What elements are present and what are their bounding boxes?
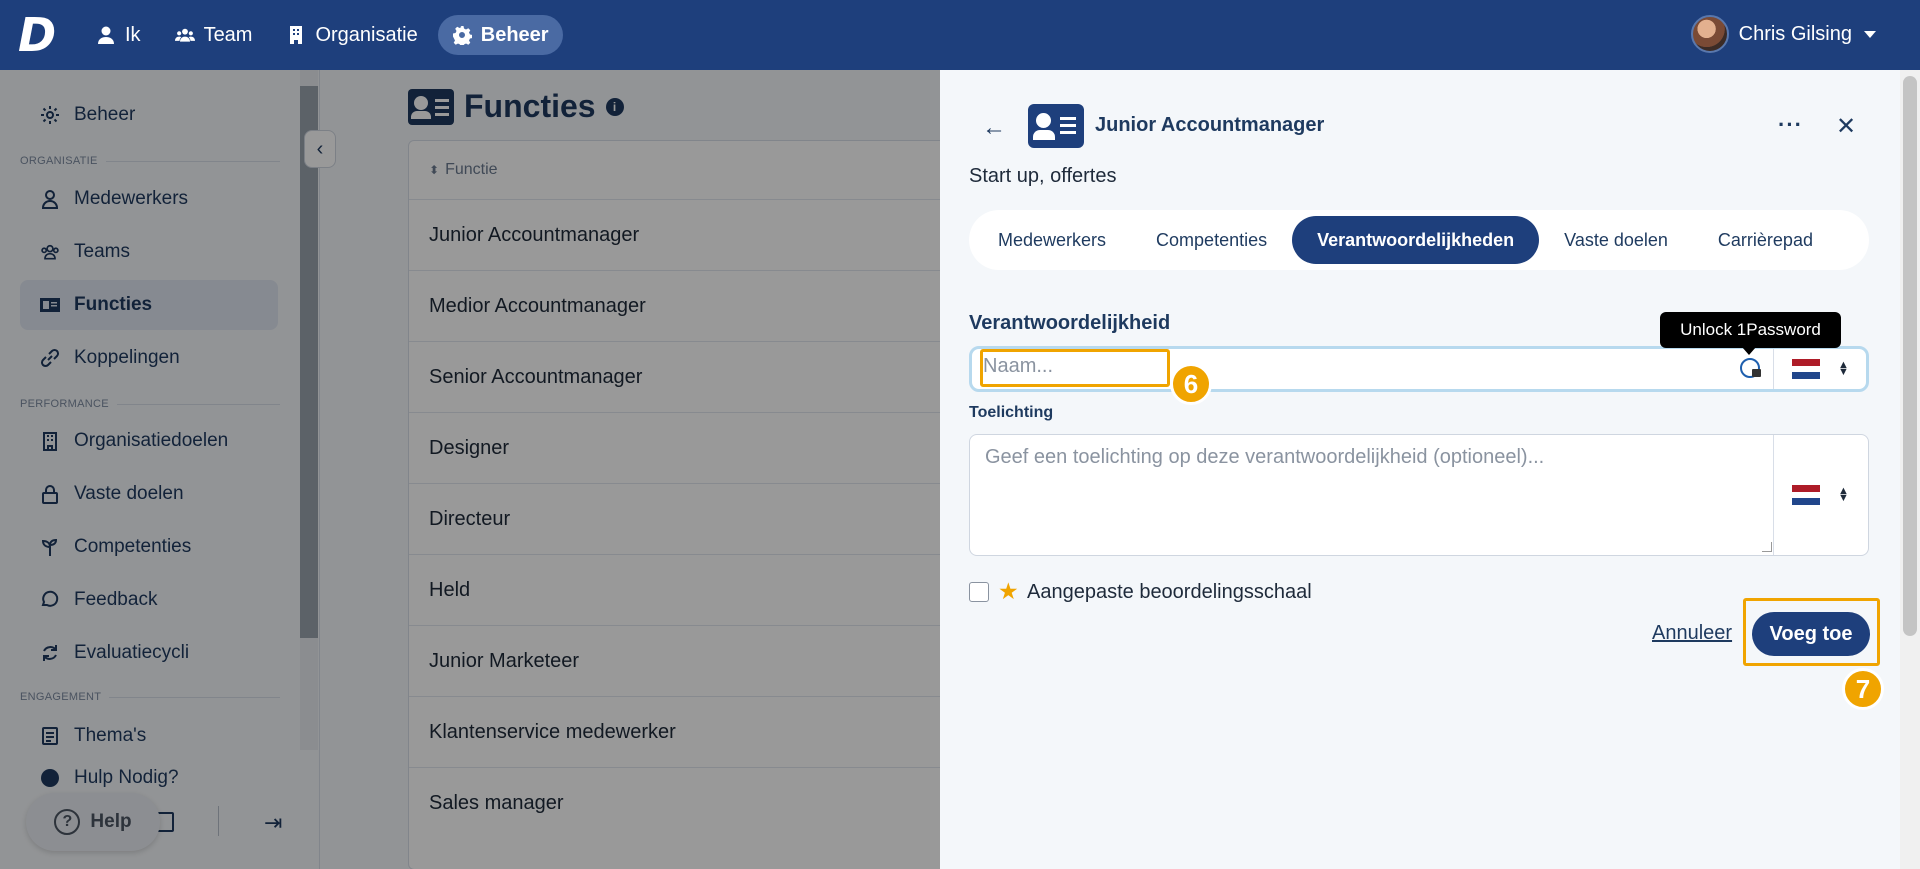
modal-backdrop[interactable] [0, 70, 940, 869]
tab-vaste-doelen[interactable]: Vaste doelen [1539, 216, 1693, 264]
avatar [1690, 15, 1729, 53]
step-badge: 6 [1170, 363, 1212, 405]
description-textarea[interactable] [985, 446, 1745, 492]
app-logo[interactable]: D [18, 12, 60, 58]
nav-beheer-label: Beheer [480, 23, 549, 46]
gear-icon [452, 26, 472, 45]
caret-down-icon [1864, 30, 1876, 38]
close-icon[interactable]: ✕ [1836, 112, 1856, 141]
building-icon [290, 26, 303, 44]
nav-ik-label: Ik [125, 23, 141, 46]
panel-tabs: Medewerkers Competenties Verantwoordelij… [969, 210, 1869, 270]
dutch-flag-icon [1792, 485, 1821, 506]
page-scrollbar-thumb[interactable] [1903, 76, 1917, 636]
panel-subtitle: Start up, offertes [969, 165, 1117, 187]
tab-verantwoordelijkheden[interactable]: Verantwoordelijkheden [1292, 216, 1540, 264]
cancel-link[interactable]: Annuleer [1652, 622, 1732, 645]
nav-team-label: Team [203, 23, 253, 46]
nav-beheer[interactable]: Beheer [437, 15, 563, 55]
nav-organisatie[interactable]: Organisatie [272, 15, 431, 55]
step-badge: 7 [1842, 668, 1884, 710]
highlight-box [980, 349, 1170, 387]
panel-title: Junior Accountmanager [1095, 114, 1325, 136]
add-button[interactable]: Voeg toe [1752, 612, 1870, 656]
field-label-verantwoordelijkheid: Verantwoordelijkheid [969, 312, 1171, 334]
select-arrows-icon: ▲ ▼ [1838, 359, 1849, 378]
top-navbar: D Ik Team Organisatie Beheer Chris Gilsi… [0, 0, 1920, 70]
more-options-icon[interactable]: ··· [1778, 112, 1803, 138]
id-card-icon [1028, 104, 1084, 148]
star-icon: ★ [998, 578, 1019, 604]
custom-scale-checkbox[interactable] [969, 582, 989, 602]
tooltip: Unlock 1Password [1660, 312, 1841, 348]
language-select-description[interactable]: ▲ ▼ [1773, 435, 1867, 555]
custom-scale-label[interactable]: Aangepaste beoordelingsschaal [1027, 581, 1312, 604]
lock-icon [1752, 369, 1761, 377]
field-label-toelichting: Toelichting [969, 404, 1054, 421]
tab-carrierepad[interactable]: Carrièrepad [1693, 216, 1838, 264]
select-arrows-icon: ▲ ▼ [1838, 485, 1849, 504]
user-name: Chris Gilsing [1738, 22, 1852, 45]
users-icon [174, 28, 195, 42]
nav-team[interactable]: Team [161, 15, 267, 55]
dutch-flag-icon [1792, 359, 1821, 380]
nav-organisatie-label: Organisatie [315, 23, 418, 46]
language-select[interactable]: ▲ ▼ [1773, 349, 1867, 389]
user-icon [98, 26, 114, 44]
user-menu[interactable]: Chris Gilsing [1690, 15, 1876, 53]
nav-ik[interactable]: Ik [82, 15, 155, 55]
back-arrow-icon[interactable]: ← [982, 114, 1006, 142]
resize-handle[interactable] [1762, 542, 1772, 552]
main-nav: Ik Team Organisatie Beheer [82, 15, 563, 55]
tab-competenties[interactable]: Competenties [1131, 216, 1292, 264]
tab-medewerkers[interactable]: Medewerkers [973, 216, 1131, 264]
tooltip-arrow [1742, 347, 1756, 355]
